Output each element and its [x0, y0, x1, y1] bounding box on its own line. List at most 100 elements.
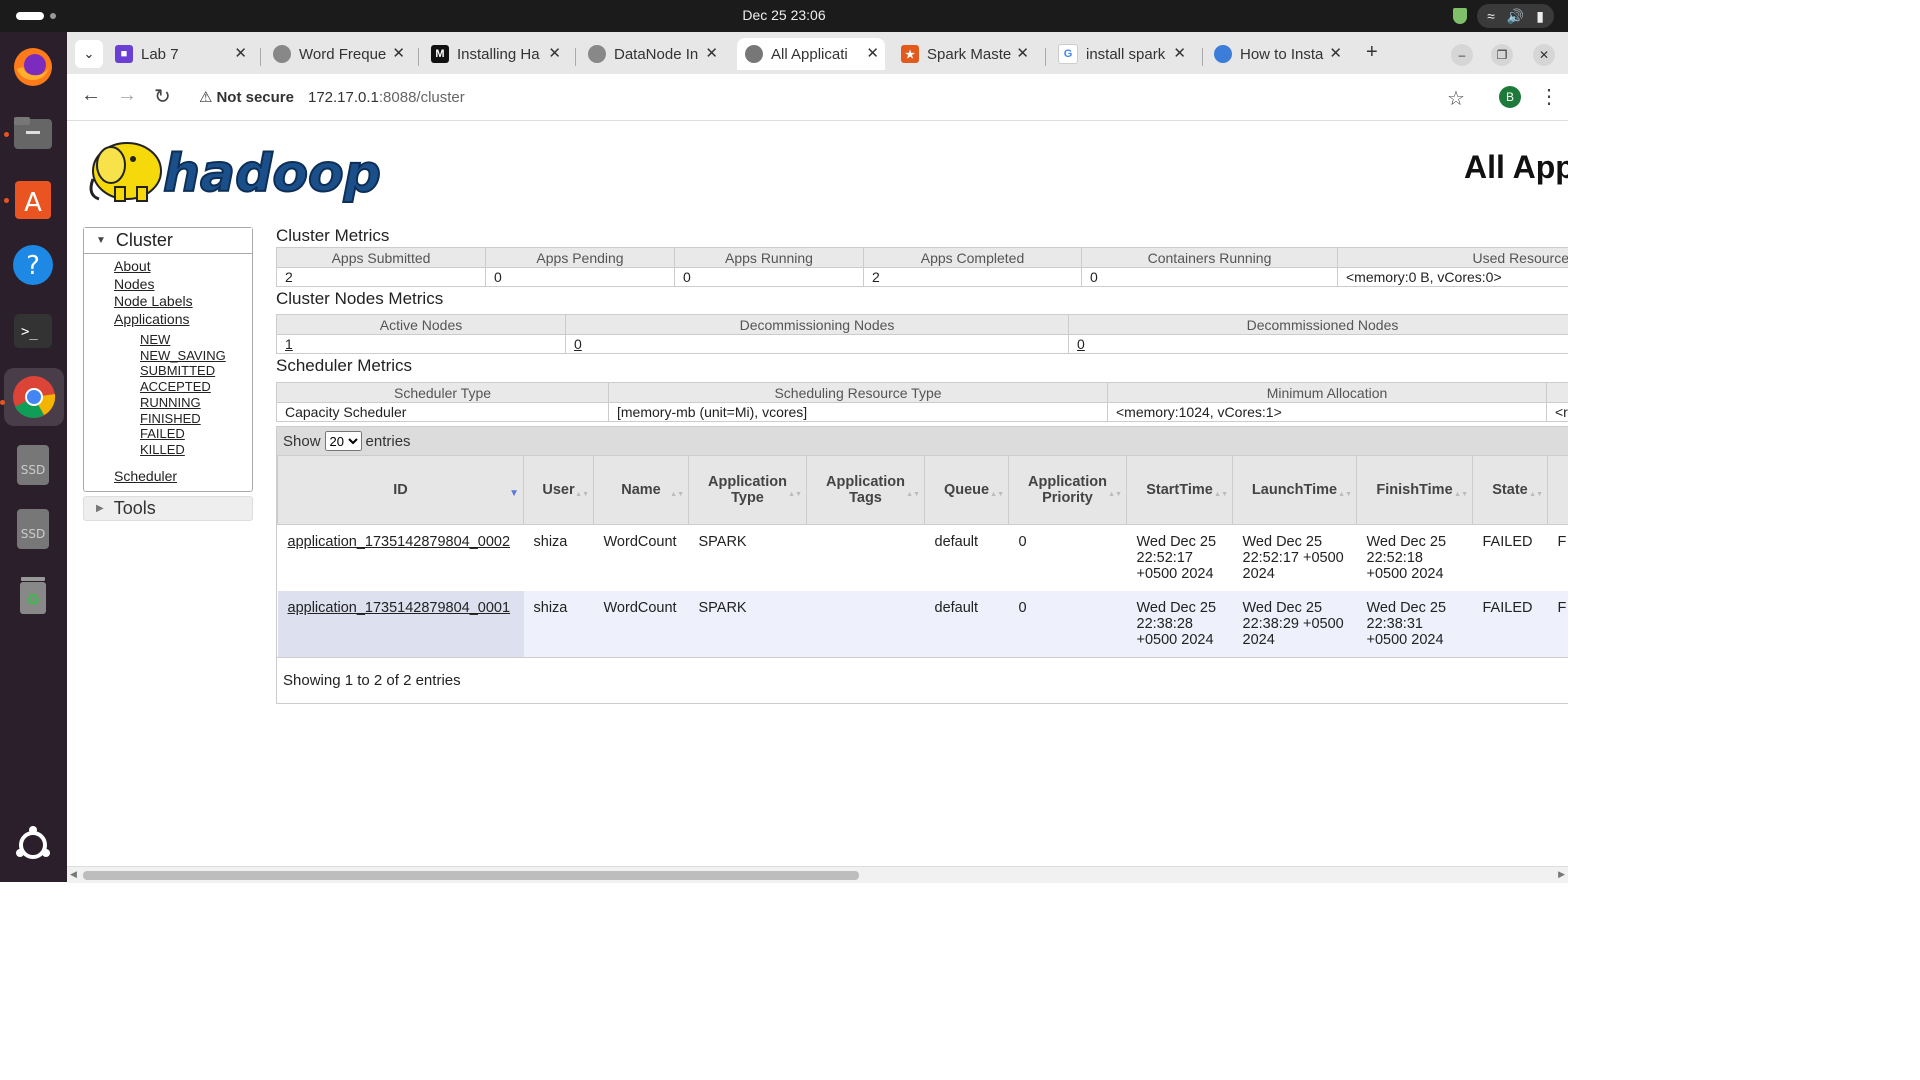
nav-link-submitted[interactable]: SUBMITTED — [140, 363, 252, 379]
scroll-left-icon[interactable]: ◀ — [70, 869, 77, 880]
column-header-application-tags[interactable]: Application Tags ▲▼ — [806, 455, 925, 525]
ssd-drive-icon[interactable]: SSD — [10, 506, 56, 552]
close-icon[interactable]: ✕ — [234, 44, 247, 62]
close-window-icon[interactable]: ✕ — [1533, 44, 1555, 66]
nav-link-nodes[interactable]: Nodes — [114, 276, 252, 294]
nav-link-new-saving[interactable]: NEW_SAVING — [140, 348, 252, 364]
nav-link-running[interactable]: RUNNING — [140, 395, 252, 411]
url-path[interactable]: :8088/cluster — [379, 89, 465, 106]
firefox-icon[interactable] — [10, 44, 56, 90]
tab-lab7[interactable]: ■ Lab 7 ✕ — [115, 38, 253, 70]
show-apps-icon[interactable] — [10, 822, 56, 868]
tab-separator — [260, 48, 261, 66]
nav-link-applications[interactable]: Applications — [114, 311, 252, 329]
trash-icon[interactable]: ♻ — [10, 572, 56, 618]
close-icon[interactable]: ✕ — [392, 44, 405, 62]
back-icon[interactable]: ← — [81, 84, 101, 107]
system-clock[interactable]: Dec 25 23:06 — [0, 7, 1568, 23]
decommissioned-nodes-link[interactable]: 0 — [1077, 336, 1085, 352]
column-header-truncated[interactable] — [1547, 455, 1568, 525]
tab-how-to-install[interactable]: How to Insta ✕ — [1214, 38, 1348, 70]
tab-all-applications[interactable]: All Applicati ✕ — [737, 38, 885, 70]
hadoop-logo[interactable]: hadoop — [85, 129, 395, 214]
nav-link-new[interactable]: NEW — [140, 332, 252, 348]
launchtime-cell: Wed Dec 25 22:38:29 +0500 2024 — [1232, 591, 1357, 657]
sort-icon: ▲▼ — [1108, 491, 1122, 498]
shield-icon[interactable] — [1453, 8, 1468, 24]
tab-separator — [1202, 48, 1203, 66]
profile-avatar[interactable]: B — [1499, 86, 1521, 108]
restore-icon[interactable]: ❐ — [1491, 44, 1513, 66]
scrollbar-thumb[interactable] — [83, 871, 859, 880]
active-nodes-link[interactable]: 1 — [285, 336, 293, 352]
page-size-select[interactable]: 20 — [324, 431, 362, 451]
close-icon[interactable]: ✕ — [866, 44, 879, 62]
files-icon[interactable] — [10, 110, 56, 156]
nav-link-failed[interactable]: FAILED — [140, 426, 252, 442]
svg-text:?: ? — [26, 251, 40, 281]
wifi-icon: ≈ — [1487, 8, 1495, 24]
column-header-user[interactable]: User ▲▼ — [523, 455, 594, 525]
table-cell: Capacity Scheduler — [276, 402, 609, 422]
close-icon[interactable]: ✕ — [1173, 44, 1186, 62]
column-header-application-type[interactable]: Application Type ▲▼ — [688, 455, 807, 525]
quick-settings[interactable]: ≈ 🔊 ▮ — [1477, 4, 1554, 28]
ssd-drive-icon[interactable]: SSD — [10, 442, 56, 488]
column-header-state[interactable]: State ▲▼ — [1472, 455, 1548, 525]
not-secure-label[interactable]: Not secure — [216, 89, 294, 106]
close-icon[interactable]: ✕ — [1329, 44, 1342, 62]
nav-link-accepted[interactable]: ACCEPTED — [140, 379, 252, 395]
help-icon[interactable]: ? — [10, 242, 56, 288]
column-header-queue[interactable]: Queue ▲▼ — [924, 455, 1009, 525]
nav-link-about[interactable]: About — [114, 258, 252, 276]
tab-separator — [1045, 48, 1046, 66]
tab-datanode[interactable]: DataNode In ✕ — [588, 38, 724, 70]
system-tray[interactable]: ≈ 🔊 ▮ — [1453, 4, 1554, 28]
horizontal-scrollbar[interactable]: ◀ ▶ — [67, 866, 1568, 883]
table-row: application_1735142879804_0002 shiza Wor… — [277, 524, 1568, 591]
terminal-icon[interactable]: >_ — [10, 308, 56, 354]
tab-separator — [575, 48, 576, 66]
minimize-icon[interactable]: – — [1451, 44, 1473, 66]
tab-spark-master[interactable]: ★ Spark Maste ✕ — [901, 38, 1035, 70]
new-tab-icon[interactable]: + — [1366, 41, 1378, 64]
tab-installing-hadoop[interactable]: M Installing Ha ✕ — [431, 38, 567, 70]
column-header-launchtime[interactable]: LaunchTime ▲▼ — [1232, 455, 1357, 525]
warning-icon[interactable]: ⚠ — [199, 88, 212, 106]
close-icon[interactable]: ✕ — [548, 44, 561, 62]
sort-icon: ▲▼ — [788, 491, 802, 498]
cluster-section-header[interactable]: ▼ Cluster — [84, 228, 252, 254]
cluster-section: ▼ Cluster About Nodes Node Labels Applic… — [83, 227, 253, 493]
nav-link-killed[interactable]: KILLED — [140, 442, 252, 458]
column-header-id[interactable]: ID ▼ — [277, 455, 524, 525]
nav-link-node-labels[interactable]: Node Labels — [114, 293, 252, 311]
applications-table-wrapper: Show 20 entries ID ▼ User ▲▼ Name ▲▼ Applic… — [276, 426, 1568, 704]
tab-word-frequency[interactable]: Word Freque ✕ — [273, 38, 411, 70]
svg-text:>_: >_ — [21, 324, 38, 340]
column-header-finishtime[interactable]: FinishTime ▲▼ — [1356, 455, 1473, 525]
chrome-icon[interactable] — [4, 368, 64, 426]
tab-search-button[interactable]: ⌄ — [75, 40, 103, 68]
nav-link-finished[interactable]: FINISHED — [140, 411, 252, 427]
bookmark-star-icon[interactable]: ☆ — [1447, 86, 1465, 111]
close-icon[interactable]: ✕ — [705, 44, 718, 62]
close-icon[interactable]: ✕ — [1016, 44, 1029, 62]
menu-kebab-icon[interactable]: ⋮ — [1539, 84, 1559, 109]
scroll-right-icon[interactable]: ▶ — [1558, 869, 1565, 880]
tab-install-spark[interactable]: G install spark ✕ — [1058, 38, 1192, 70]
application-id-link[interactable]: application_1735142879804_0002 — [288, 534, 511, 550]
application-id-link[interactable]: application_1735142879804_0001 — [288, 600, 511, 616]
column-header-name[interactable]: Name ▲▼ — [593, 455, 689, 525]
browser-toolbar: ← → ↻ ⚠ Not secure 172.17.0.1:8088/clust… — [67, 74, 1568, 121]
column-header-starttime[interactable]: StartTime ▲▼ — [1126, 455, 1233, 525]
decommissioning-nodes-link[interactable]: 0 — [574, 336, 582, 352]
url-host[interactable]: 172.17.0.1 — [308, 89, 379, 106]
tools-section-header[interactable]: ▶ Tools — [83, 496, 253, 522]
app-center-icon[interactable]: A — [10, 176, 56, 222]
nav-link-scheduler[interactable]: Scheduler — [114, 468, 252, 486]
forward-icon[interactable]: → — [117, 84, 137, 107]
reload-icon[interactable]: ↻ — [154, 84, 171, 109]
address-bar[interactable]: ⚠ Not secure 172.17.0.1:8088/cluster — [189, 78, 1509, 116]
svg-text:hadoop: hadoop — [163, 144, 381, 204]
column-header-application-priority[interactable]: Application Priority ▲▼ — [1008, 455, 1127, 525]
